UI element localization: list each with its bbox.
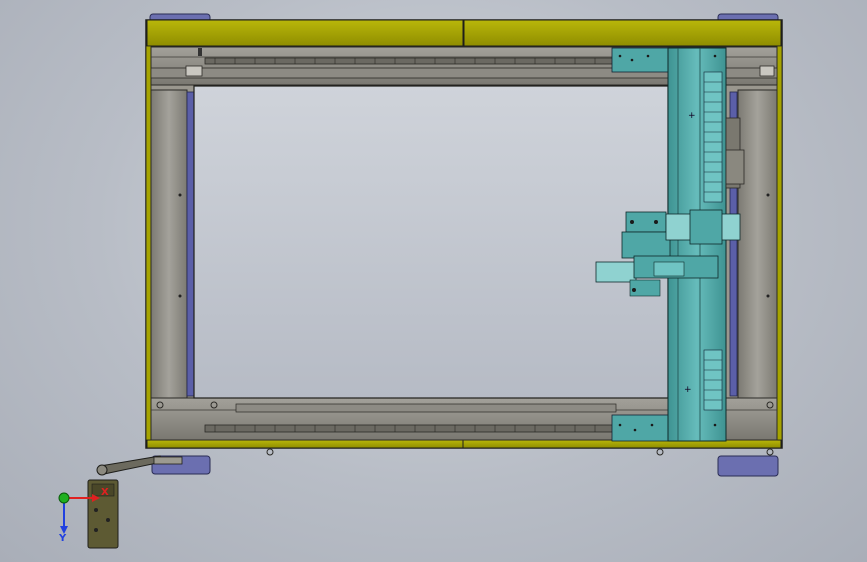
work-area-opening <box>193 85 669 399</box>
triad-x-label: X <box>101 487 109 498</box>
svg-text:+: + <box>688 111 696 121</box>
left-side-panel <box>150 89 195 399</box>
svg-text:+: + <box>684 385 692 395</box>
graphics-viewport[interactable]: + + X Y <box>0 0 867 562</box>
cad-model[interactable]: + + <box>0 0 867 562</box>
triad-y-label: Y <box>59 533 67 544</box>
